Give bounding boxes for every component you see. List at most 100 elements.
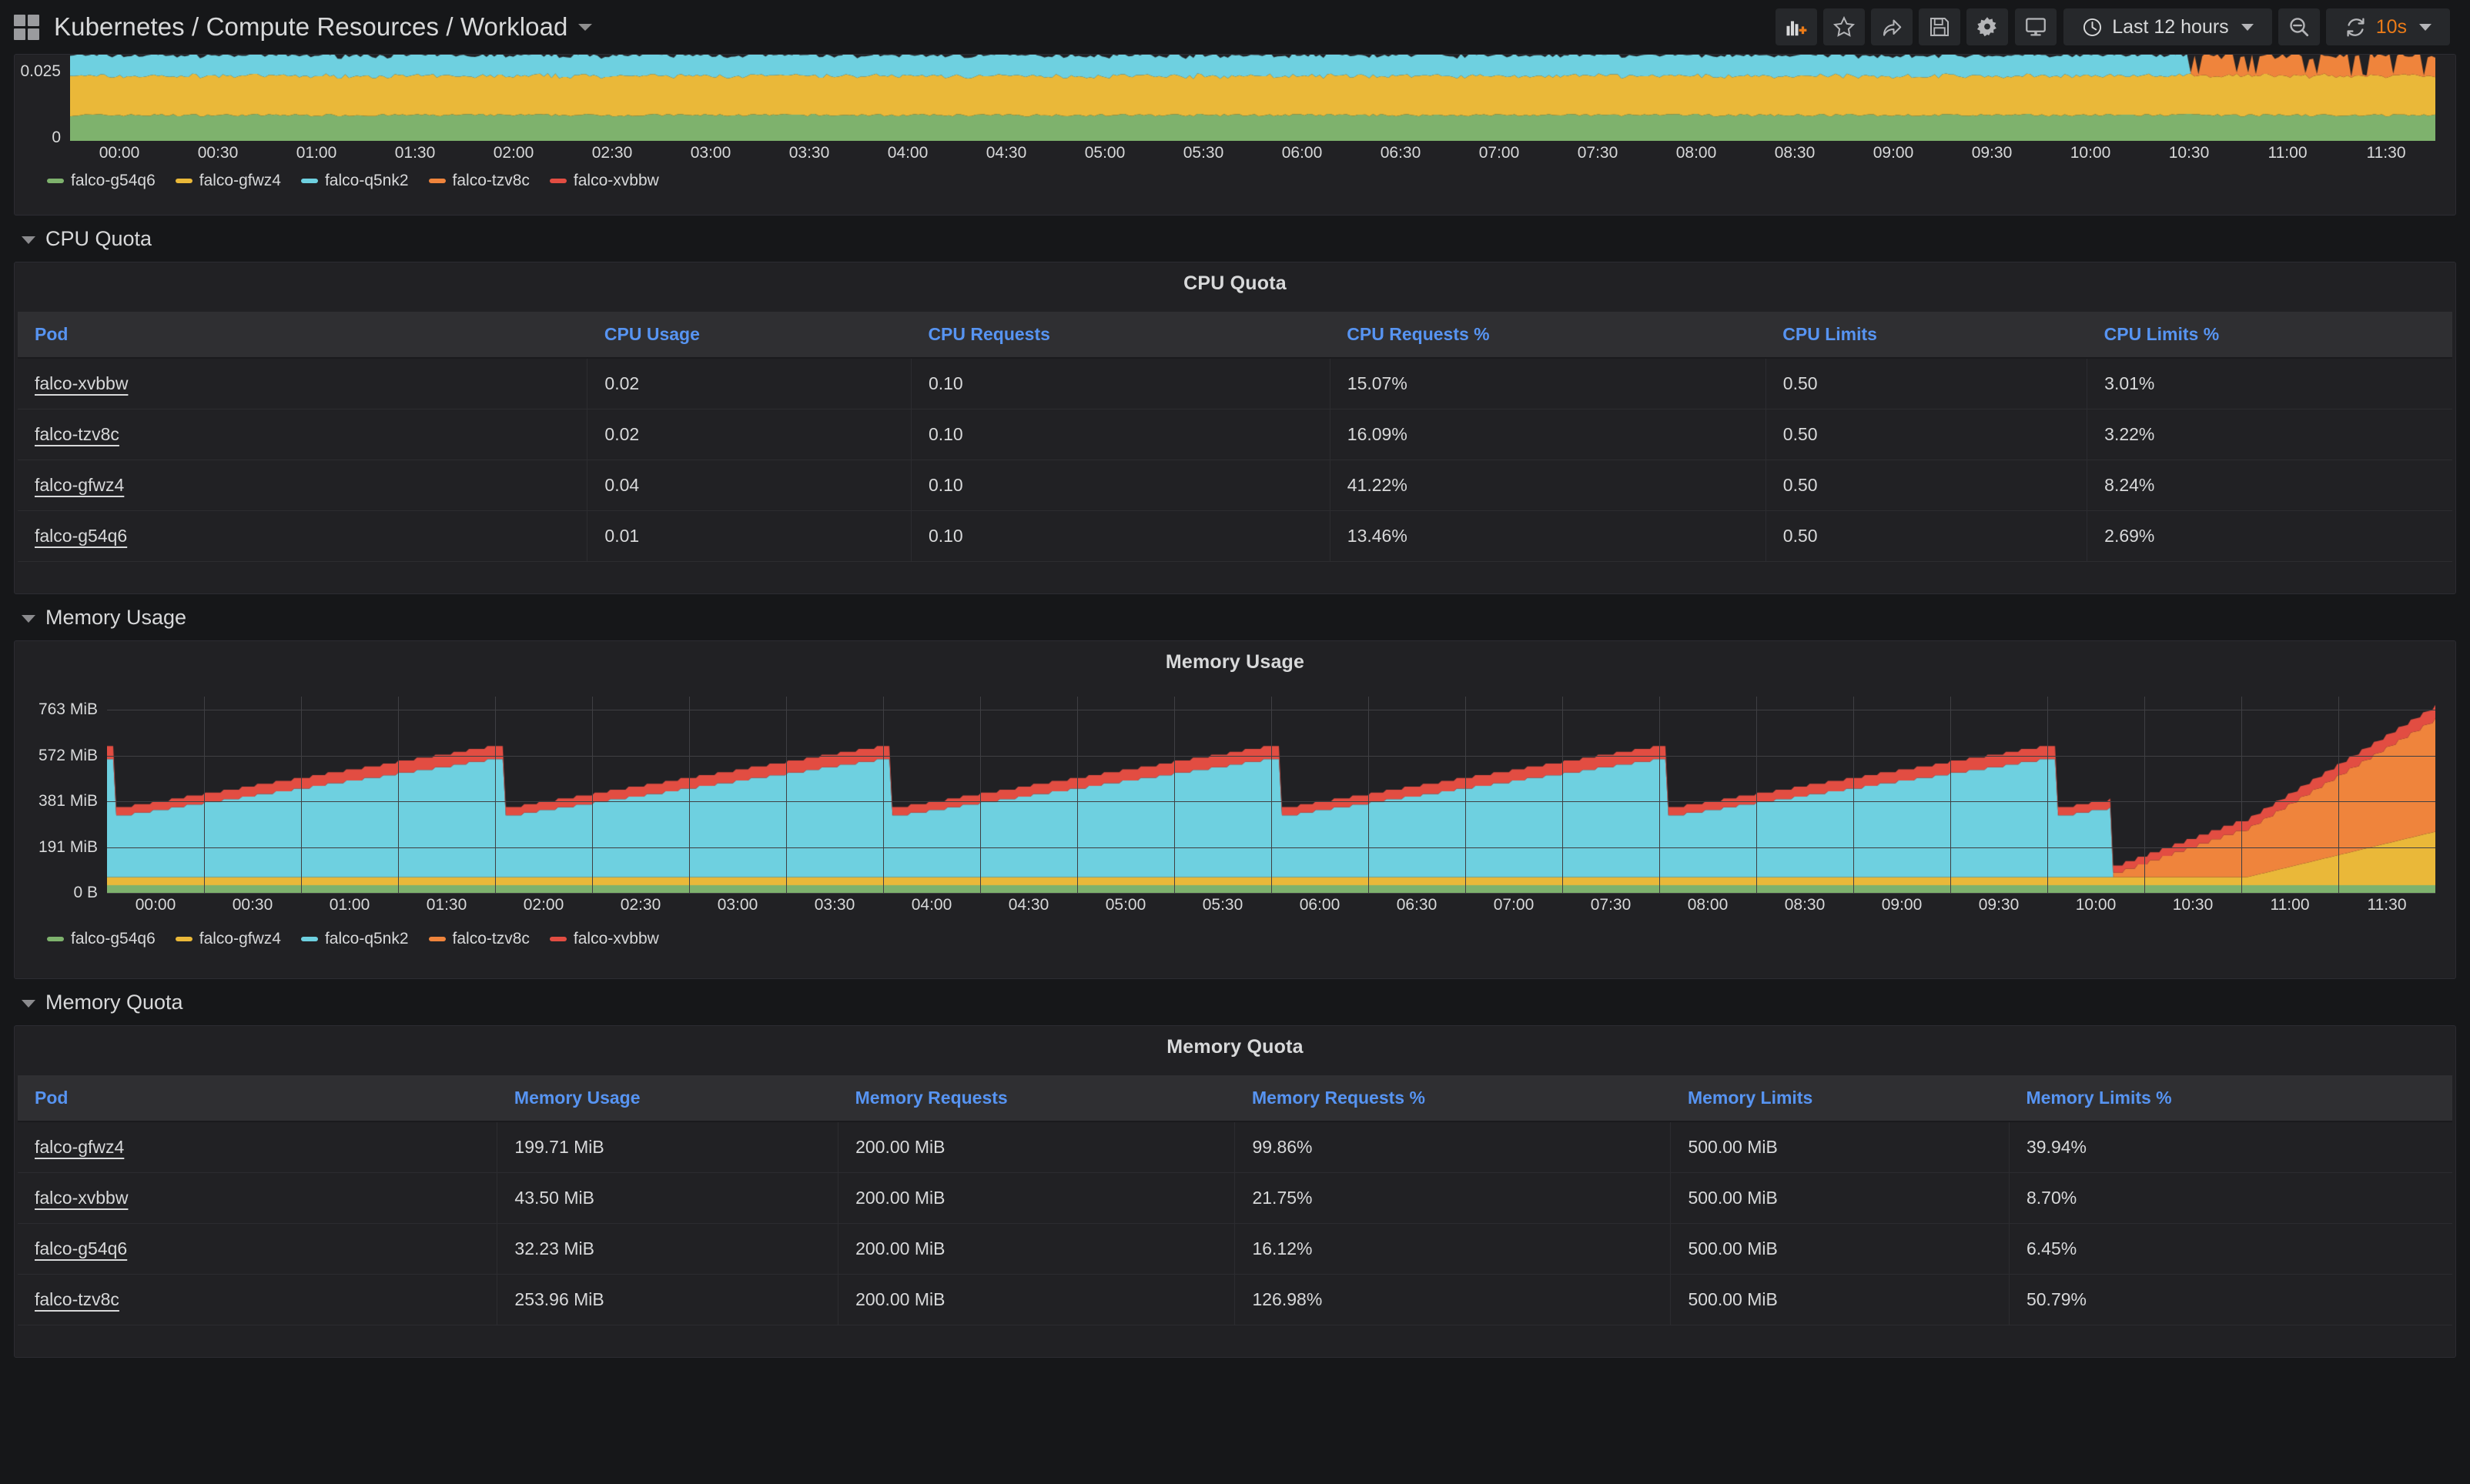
row-header-memory-usage[interactable]: Memory Usage [14, 594, 2456, 640]
column-header-cpu-limits-pct[interactable]: CPU Limits % [2087, 312, 2452, 358]
refresh-button[interactable]: 10s [2326, 8, 2450, 45]
column-header-pod[interactable]: Pod [18, 1075, 497, 1121]
cpu-usage-plot[interactable]: 0.025 0 [70, 55, 2435, 141]
navbar-button-group [1776, 8, 2008, 45]
table-row: falco-gfwz40.040.1041.22%0.508.24% [18, 460, 2452, 511]
cell-limits: 500.00 MiB [1671, 1224, 2010, 1275]
pod-link[interactable]: falco-g54q6 [35, 526, 127, 546]
pod-link[interactable]: falco-gfwz4 [35, 475, 124, 495]
chevron-down-icon[interactable] [578, 24, 592, 31]
x-axis-tick: 09:00 [1882, 896, 1923, 914]
cell-requests: 0.10 [911, 409, 1330, 460]
gridline [2338, 697, 2339, 893]
tv-mode-button[interactable] [2015, 8, 2057, 45]
cell-limits: 500.00 MiB [1671, 1173, 2010, 1224]
share-button[interactable] [1871, 8, 1913, 45]
x-axis-tick: 00:30 [233, 896, 273, 914]
row-header-cpu-quota[interactable]: CPU Quota [14, 216, 2456, 262]
x-axis-tick: 09:30 [1979, 896, 2020, 914]
column-header-pod[interactable]: Pod [18, 312, 587, 358]
gridline [1853, 697, 1854, 893]
x-axis-tick: 06:00 [1300, 896, 1340, 914]
legend-item[interactable]: falco-g54q6 [47, 930, 156, 948]
row-header-memory-quota[interactable]: Memory Quota [14, 979, 2456, 1025]
legend-item[interactable]: falco-q5nk2 [301, 172, 409, 190]
legend-item[interactable]: falco-gfwz4 [176, 930, 281, 948]
table-header-row: Pod CPU Usage CPU Requests CPU Requests … [18, 312, 2452, 358]
cell-pod: falco-xvbbw [18, 358, 587, 409]
cell-limits: 500.00 MiB [1671, 1275, 2010, 1325]
pod-link[interactable]: falco-xvbbw [35, 1188, 128, 1208]
panel-title-memory-usage: Memory Usage [15, 641, 2455, 673]
cell-pod: falco-xvbbw [18, 1173, 497, 1224]
cell-limits-pct: 8.70% [2009, 1173, 2452, 1224]
x-axis-tick: 07:00 [1494, 896, 1535, 914]
pod-link[interactable]: falco-g54q6 [35, 1238, 127, 1258]
gear-icon [1976, 15, 1999, 38]
cell-pod: falco-g54q6 [18, 1224, 497, 1275]
memory-usage-legend[interactable]: falco-g54q6 falco-gfwz4 falco-q5nk2 falco-t… [15, 930, 659, 948]
gridline [883, 697, 884, 893]
legend-item[interactable]: falco-xvbbw [550, 172, 659, 190]
column-header-cpu-limits[interactable]: CPU Limits [1765, 312, 2087, 358]
legend-item[interactable]: falco-g54q6 [47, 172, 156, 190]
panel-title-cpu-quota: CPU Quota [15, 262, 2455, 295]
legend-item[interactable]: falco-tzv8c [429, 930, 530, 948]
cell-limits-pct: 3.01% [2087, 358, 2452, 409]
legend-color-swatch [301, 179, 318, 183]
table-row: falco-gfwz4199.71 MiB200.00 MiB99.86%500… [18, 1121, 2452, 1173]
cell-limits-pct: 2.69% [2087, 511, 2452, 562]
star-button[interactable] [1823, 8, 1865, 45]
pod-link[interactable]: falco-tzv8c [35, 424, 119, 444]
x-axis-tick: 08:00 [1676, 144, 1717, 162]
star-icon [1832, 15, 1856, 38]
pod-link[interactable]: falco-tzv8c [35, 1289, 119, 1309]
column-header-memory-limits-pct[interactable]: Memory Limits % [2009, 1075, 2452, 1121]
time-range-picker[interactable]: Last 12 hours [2063, 8, 2272, 45]
save-button[interactable] [1919, 8, 1960, 45]
cell-pod: falco-gfwz4 [18, 1121, 497, 1173]
memory-usage-plot[interactable]: 0 B191 MiB381 MiB572 MiB763 MiB [107, 697, 2435, 893]
gridline [1271, 697, 1272, 893]
settings-button[interactable] [1966, 8, 2008, 45]
gridline [980, 697, 981, 893]
x-axis-tick: 04:30 [1009, 896, 1049, 914]
grafana-grid-icon[interactable] [14, 13, 42, 41]
cell-usage: 199.71 MiB [497, 1121, 838, 1173]
y-axis-tick: 0.025 [20, 62, 61, 81]
column-header-memory-requests-pct[interactable]: Memory Requests % [1235, 1075, 1671, 1121]
legend-color-swatch [550, 937, 567, 941]
column-header-memory-usage[interactable]: Memory Usage [497, 1075, 838, 1121]
column-header-memory-limits[interactable]: Memory Limits [1671, 1075, 2010, 1121]
column-header-cpu-requests-pct[interactable]: CPU Requests % [1330, 312, 1765, 358]
x-axis-tick: 05:00 [1085, 144, 1126, 162]
cell-pod: falco-tzv8c [18, 1275, 497, 1325]
cell-requests-pct: 13.46% [1330, 511, 1765, 562]
pod-link[interactable]: falco-gfwz4 [35, 1137, 124, 1157]
y-axis-tick: 0 [52, 129, 61, 147]
legend-item[interactable]: falco-gfwz4 [176, 172, 281, 190]
legend-item[interactable]: falco-q5nk2 [301, 930, 409, 948]
column-header-cpu-usage[interactable]: CPU Usage [587, 312, 912, 358]
table-row: falco-xvbbw0.020.1015.07%0.503.01% [18, 358, 2452, 409]
cell-requests-pct: 15.07% [1330, 358, 1765, 409]
legend-item[interactable]: falco-xvbbw [550, 930, 659, 948]
add-panel-button[interactable] [1776, 8, 1817, 45]
zoom-out-button[interactable] [2278, 8, 2320, 45]
legend-color-swatch [47, 937, 64, 941]
x-axis-tick: 00:00 [136, 896, 176, 914]
gridline [2144, 697, 2145, 893]
monitor-icon [2024, 15, 2047, 38]
cell-pod: falco-g54q6 [18, 511, 587, 562]
legend-item[interactable]: falco-tzv8c [429, 172, 530, 190]
cpu-usage-legend[interactable]: falco-g54q6 falco-gfwz4 falco-q5nk2 falco-t… [15, 172, 659, 190]
cell-usage: 0.01 [587, 511, 912, 562]
column-header-memory-requests[interactable]: Memory Requests [838, 1075, 1235, 1121]
cpu-usage-x-axis: 00:0000:3001:0001:3002:0002:3003:0003:30… [70, 144, 2435, 169]
x-axis-tick: 08:00 [1688, 896, 1729, 914]
x-axis-tick: 10:00 [2076, 896, 2117, 914]
cell-limits: 0.50 [1765, 460, 2087, 511]
pod-link[interactable]: falco-xvbbw [35, 373, 128, 393]
cell-requests-pct: 41.22% [1330, 460, 1765, 511]
column-header-cpu-requests[interactable]: CPU Requests [911, 312, 1330, 358]
